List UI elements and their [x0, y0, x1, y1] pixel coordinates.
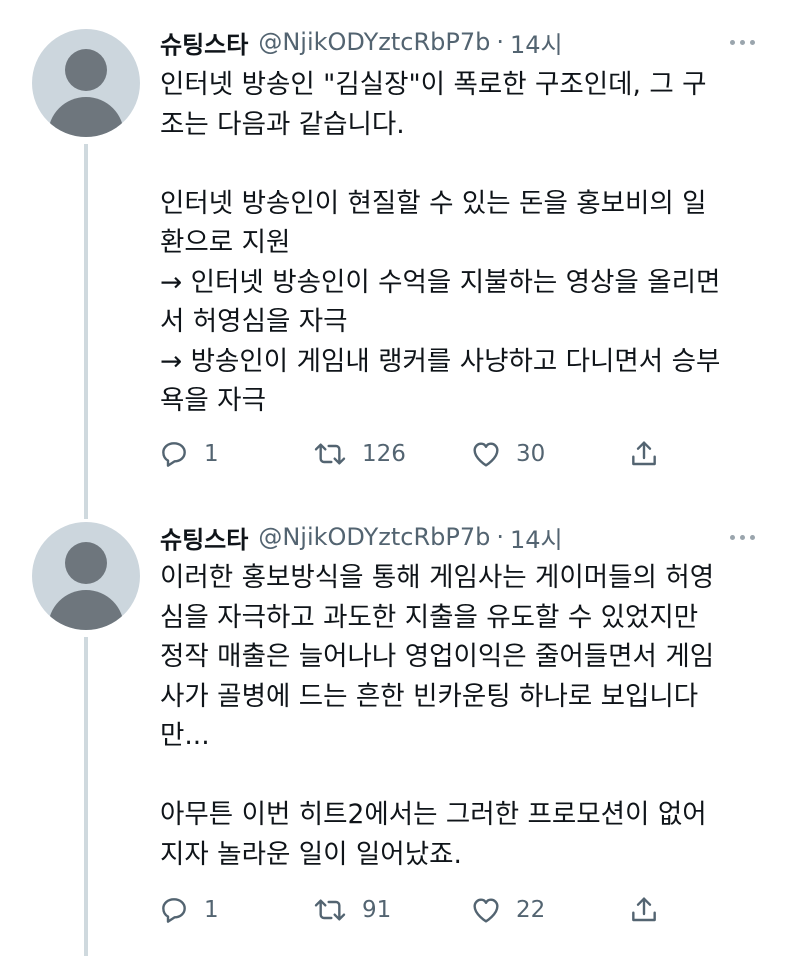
share-icon	[632, 441, 656, 466]
like-count: 30	[516, 441, 546, 467]
thread-connector-line	[84, 144, 88, 519]
tweet-actions: 1 126 30	[158, 434, 678, 474]
timestamp[interactable]: 14시	[510, 25, 563, 60]
display-name[interactable]: 슈팅스타	[160, 520, 248, 555]
retweet-icon	[314, 443, 346, 465]
retweet-count: 91	[362, 897, 392, 923]
tweet-header: 슈팅스타 @NjikODYztcRbP7b · 14시	[160, 519, 563, 555]
default-avatar-head-icon	[65, 49, 107, 91]
avatar[interactable]	[32, 29, 140, 137]
share-button[interactable]	[628, 434, 660, 474]
heart-icon	[473, 898, 499, 923]
share-button[interactable]	[628, 890, 660, 930]
default-avatar-head-icon	[65, 542, 107, 584]
more-options-icon[interactable]	[730, 24, 755, 60]
thread-connector-line	[84, 637, 88, 956]
like-count: 22	[516, 897, 546, 923]
reply-icon	[162, 442, 186, 467]
retweet-icon	[314, 899, 346, 921]
like-button[interactable]: 30	[470, 434, 545, 474]
user-handle[interactable]: @NjikODYztcRbP7b	[258, 523, 490, 551]
tweet-header: 슈팅스타 @NjikODYztcRbP7b · 14시	[160, 24, 563, 60]
heart-icon	[473, 442, 499, 467]
share-icon	[632, 897, 656, 922]
default-avatar-body-icon	[48, 590, 124, 630]
avatar[interactable]	[32, 522, 140, 630]
retweet-count: 126	[362, 441, 406, 467]
more-options-icon[interactable]	[730, 519, 755, 555]
default-avatar-body-icon	[48, 97, 124, 137]
separator-dot: ·	[496, 523, 504, 551]
tweet-text: 인터넷 방송인 "김실장"이 폭로한 구조인데, 그 구 조는 다음과 같습니다…	[160, 69, 721, 416]
reply-count: 1	[204, 897, 219, 923]
like-button[interactable]: 22	[470, 890, 545, 930]
reply-count: 1	[204, 441, 219, 467]
timestamp[interactable]: 14시	[510, 520, 563, 555]
reply-icon	[162, 898, 186, 923]
reply-button[interactable]: 1	[158, 890, 219, 930]
retweet-button[interactable]: 91	[312, 890, 391, 930]
reply-button[interactable]: 1	[158, 434, 219, 474]
user-handle[interactable]: @NjikODYztcRbP7b	[258, 28, 490, 56]
retweet-button[interactable]: 126	[312, 434, 406, 474]
separator-dot: ·	[496, 28, 504, 56]
tweet-actions: 1 91 22	[158, 890, 678, 930]
display-name[interactable]: 슈팅스타	[160, 25, 248, 60]
tweet-text: 이러한 홍보방식을 통해 게임사는 게이머들의 허영 심을 자극하고 과도한 지…	[160, 562, 715, 870]
